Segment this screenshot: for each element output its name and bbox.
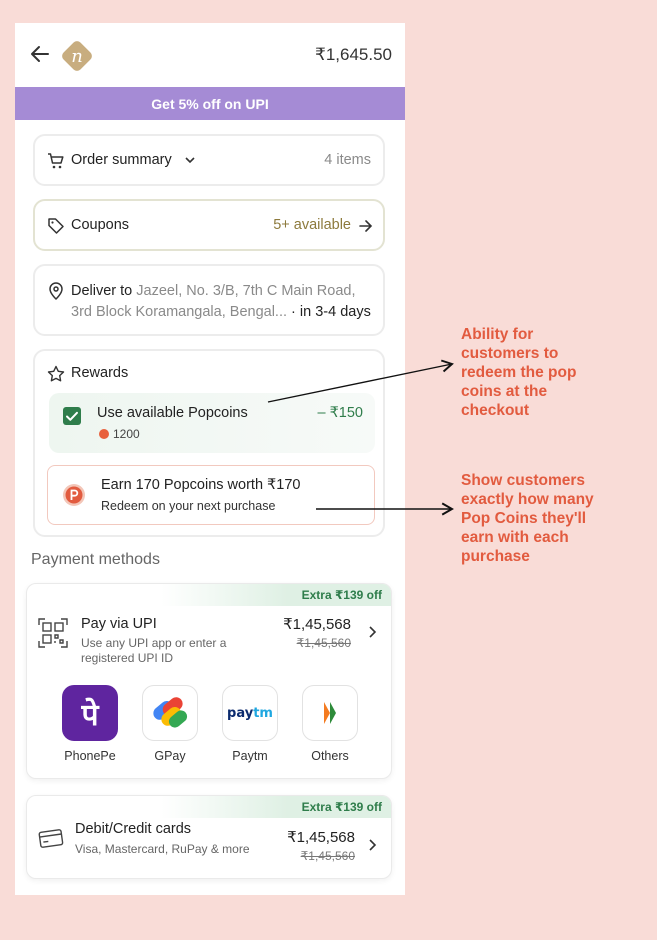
checkbox-icon[interactable] (63, 407, 81, 425)
app-label-paytm: Paytm (232, 749, 268, 763)
delivery-eta: · in 3-4 days (287, 304, 371, 320)
upi-desc-line-2: registered UPI ID (81, 651, 174, 665)
cart-icon (48, 153, 64, 169)
cards-title: Debit/Credit cards (75, 821, 192, 837)
payment-methods-title: Payment methods (31, 551, 160, 568)
chevron-right-icon[interactable] (367, 838, 377, 852)
cards-price: ₹1,45,568 (287, 829, 355, 846)
top-bar: n ₹1,645.50 (15, 23, 405, 87)
earn-annotation: Show customers exactly how many Pop Coin… (461, 471, 594, 566)
earn-annotation-line: Show customers (461, 472, 586, 489)
popcoin-icon (99, 429, 109, 439)
cards-old-price: ₹1,45,560 (300, 849, 355, 863)
checkout-screen: n ₹1,645.50 Get 5% off on UPI Order summ… (15, 23, 405, 895)
earn-annotation-line: purchase (461, 548, 530, 565)
chevron-down-icon[interactable] (185, 156, 195, 164)
cards-extra-offer-badge: Extra ₹139 off (161, 796, 391, 818)
brand-logo: n (62, 41, 92, 71)
redeem-annotation-line: Ability for (461, 326, 534, 343)
popcoin-icon (63, 484, 85, 506)
redeem-annotation-line: coins at the (461, 383, 548, 400)
gpay-app-button[interactable] (142, 685, 198, 741)
arrow-right-icon[interactable] (359, 220, 373, 232)
delivery-line-1: Deliver to Jazeel, No. 3/B, 7th C Main R… (71, 283, 356, 299)
back-arrow-icon[interactable] (29, 43, 51, 65)
paytm-app-button[interactable]: paytm (222, 685, 278, 741)
deliver-to-label: Deliver to (71, 283, 133, 299)
redeem-annotation-line: checkout (461, 402, 530, 419)
earn-popcoins-title: Earn 170 Popcoins worth ₹170 (101, 477, 301, 493)
use-popcoins-option[interactable]: Use available Popcoins – ₹150 1200 (49, 393, 375, 453)
card-icon (38, 829, 64, 848)
order-items-count: 4 items (324, 152, 371, 168)
upi-price: ₹1,45,568 (283, 616, 351, 633)
upi-old-price: ₹1,45,560 (296, 636, 351, 650)
earn-popcoins-banner: Earn 170 Popcoins worth ₹170 Redeem on y… (47, 465, 375, 525)
order-summary-label: Order summary (71, 152, 172, 168)
coupons-label: Coupons (71, 217, 130, 233)
phonepe-icon: पे (81, 697, 99, 733)
app-label-others: Others (311, 749, 349, 763)
delivery-line-2: 3rd Block Koramangala, Bengal... · in 3-… (71, 304, 371, 320)
earn-annotation-line: earn with each (461, 529, 569, 546)
cards-desc: Visa, Mastercard, RuPay & more (75, 842, 250, 856)
order-summary-card[interactable]: Order summary 4 items (33, 134, 385, 186)
redeem-annotation-line: redeem the pop (461, 364, 577, 381)
upi-extra-offer-badge: Extra ₹139 off (161, 584, 391, 606)
qr-icon (38, 618, 68, 648)
gpay-icon (153, 697, 188, 728)
delivery-card[interactable]: Deliver to Jazeel, No. 3/B, 7th C Main R… (33, 264, 385, 336)
earn-popcoins-subtitle: Redeem on your next purchase (101, 499, 276, 513)
paytm-icon: paytm (227, 705, 273, 721)
redeem-annotation-line: customers to (461, 345, 559, 362)
popcoins-label: Use available Popcoins (97, 405, 248, 421)
upi-title: Pay via UPI (81, 616, 157, 632)
redeem-annotation: Ability for customers to redeem the pop … (461, 325, 576, 420)
app-label-gpay: GPay (154, 749, 186, 763)
upi-promo-banner: Get 5% off on UPI (15, 87, 405, 120)
earn-annotation-line: Pop Coins they'll (461, 510, 587, 527)
popcoins-discount: – ₹150 (317, 405, 363, 421)
svg-text:n: n (71, 46, 83, 67)
earn-annotation-line: exactly how many (461, 491, 594, 508)
others-app-button[interactable] (302, 685, 358, 741)
coupons-card[interactable]: Coupons 5+ available (33, 199, 385, 251)
location-pin-icon (49, 282, 63, 300)
popcoins-balance-row: 1200 (99, 427, 140, 441)
bhim-icon (324, 702, 336, 724)
chevron-right-icon[interactable] (367, 625, 377, 639)
rewards-card: Rewards Use available Popcoins – ₹150 12… (33, 349, 385, 537)
rewards-title: Rewards (71, 365, 129, 381)
address-line-2: 3rd Block Koramangala, Bengal... (71, 304, 288, 320)
address-line-1: Jazeel, No. 3/B, 7th C Main Road, (136, 283, 356, 299)
coupons-available: 5+ available (273, 217, 351, 233)
app-label-phonepe: PhonePe (64, 749, 116, 763)
phonepe-app-button[interactable]: पे (62, 685, 118, 741)
tag-icon (48, 218, 64, 234)
order-total: ₹1,645.50 (315, 45, 392, 64)
star-icon (47, 365, 65, 382)
upi-desc-line-1: Use any UPI app or enter a (81, 636, 227, 650)
upi-payment-card[interactable]: Extra ₹139 off Pay via UPI Use any UPI a… (26, 583, 392, 779)
popcoins-balance: 1200 (113, 427, 140, 441)
card-payment-card[interactable]: Extra ₹139 off Debit/Credit cards Visa, … (26, 795, 392, 879)
